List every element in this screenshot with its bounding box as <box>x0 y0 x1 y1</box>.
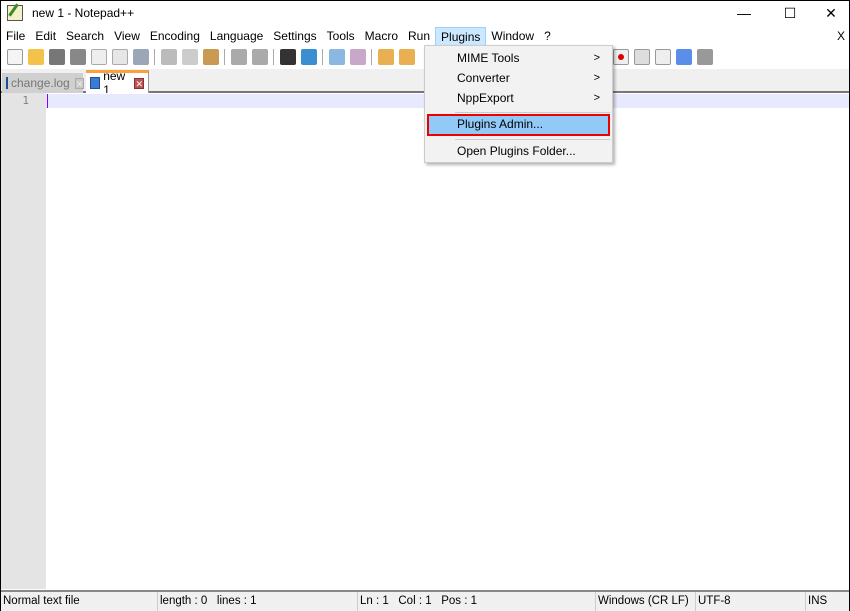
line-number: 1 <box>22 94 29 107</box>
sync-horizontal-icon[interactable] <box>398 49 415 65</box>
find-icon[interactable] <box>279 49 296 65</box>
tab-new-1[interactable]: new 1 ✕ <box>86 69 149 97</box>
menu-file[interactable]: File <box>1 27 30 46</box>
undo-icon[interactable] <box>230 49 247 65</box>
status-pos: Pos : 1 <box>441 595 478 607</box>
menu-encoding[interactable]: Encoding <box>145 27 205 46</box>
close-all-icon[interactable] <box>111 49 128 65</box>
submenu-arrow-icon: > <box>593 92 600 104</box>
replace-icon[interactable] <box>300 49 317 65</box>
plugins-menu-dropdown: MIME Tools > Converter > NppExport > Plugin… <box>424 45 613 163</box>
text-caret <box>47 94 48 108</box>
menu-search[interactable]: Search <box>61 27 109 46</box>
title-bar: new 1 - Notepad++ — ☐ ✕ <box>1 1 849 25</box>
file-saved-icon <box>90 77 101 89</box>
menu-item-label: NppExport <box>457 91 514 105</box>
menu-item-mime-tools[interactable]: MIME Tools > <box>427 48 610 68</box>
menu-item-converter[interactable]: Converter > <box>427 68 610 88</box>
file-saved-icon <box>6 77 8 89</box>
tab-label: change.log <box>11 76 70 90</box>
copy-icon[interactable] <box>181 49 198 65</box>
status-encoding[interactable]: UTF-8 <box>696 592 806 611</box>
tab-close-icon[interactable]: ✕ <box>74 77 85 89</box>
menu-tools[interactable]: Tools <box>322 27 360 46</box>
menu-settings[interactable]: Settings <box>268 27 321 46</box>
menu-item-label: MIME Tools <box>457 51 520 65</box>
toolbar-separator <box>322 49 323 65</box>
cut-icon[interactable] <box>160 49 177 65</box>
menu-view[interactable]: View <box>109 27 145 46</box>
stop-macro-icon[interactable] <box>633 49 650 65</box>
window-title: new 1 - Notepad++ <box>32 6 135 20</box>
close-file-icon[interactable] <box>90 49 107 65</box>
status-file-type: Normal text file <box>1 592 158 611</box>
close-document-button[interactable]: X <box>837 29 845 43</box>
status-col: Col : 1 <box>398 595 432 607</box>
tab-change-log[interactable]: change.log ✕ <box>2 73 85 93</box>
save-icon[interactable] <box>48 49 65 65</box>
paste-icon[interactable] <box>202 49 219 65</box>
menu-language[interactable]: Language <box>205 27 268 46</box>
submenu-arrow-icon: > <box>593 52 600 64</box>
run-macro-multiple-icon[interactable] <box>675 49 692 65</box>
record-macro-icon[interactable] <box>612 49 629 65</box>
print-icon[interactable] <box>132 49 149 65</box>
save-all-icon[interactable] <box>69 49 86 65</box>
close-button[interactable]: ✕ <box>811 1 850 25</box>
minimize-button[interactable]: — <box>724 1 764 25</box>
status-ln: Ln : 1 <box>360 595 389 607</box>
new-file-icon[interactable] <box>6 49 23 65</box>
status-length: length : 0 <box>160 595 208 607</box>
menu-run[interactable]: Run <box>403 27 435 46</box>
menu-macro[interactable]: Macro <box>360 27 403 46</box>
notepad-icon <box>7 5 23 21</box>
tab-close-icon[interactable]: ✕ <box>134 77 144 89</box>
text-editor[interactable] <box>46 93 849 589</box>
toolbar-separator <box>154 49 155 65</box>
line-number-gutter <box>1 93 46 589</box>
save-macro-icon[interactable] <box>696 49 713 65</box>
menu-plugins[interactable]: Plugins <box>435 27 487 46</box>
redo-icon[interactable] <box>251 49 268 65</box>
zoom-in-icon[interactable] <box>328 49 345 65</box>
maximize-button[interactable]: ☐ <box>770 1 810 25</box>
menu-bar: File Edit Search View Encoding Language … <box>1 27 849 46</box>
menu-item-nppexport[interactable]: NppExport > <box>427 88 610 108</box>
menu-window[interactable]: Window <box>486 27 539 46</box>
menu-separator <box>455 112 610 113</box>
status-position: Ln : 1 Col : 1 Pos : 1 <box>358 592 596 611</box>
sync-vertical-icon[interactable] <box>377 49 394 65</box>
menu-item-label: Converter <box>457 71 510 85</box>
zoom-out-icon[interactable] <box>349 49 366 65</box>
open-file-icon[interactable] <box>27 49 44 65</box>
status-bar: Normal text file length : 0 lines : 1 Ln… <box>1 590 849 611</box>
menu-item-open-plugins-folder[interactable]: Open Plugins Folder... <box>427 141 610 161</box>
menu-item-label: Plugins Admin... <box>457 117 544 131</box>
menu-item-label: Open Plugins Folder... <box>457 144 576 158</box>
play-macro-icon[interactable] <box>654 49 671 65</box>
menu-item-plugins-admin[interactable]: Plugins Admin... <box>427 114 610 136</box>
status-length-lines: length : 0 lines : 1 <box>158 592 358 611</box>
menu-edit[interactable]: Edit <box>30 27 61 46</box>
toolbar-separator <box>224 49 225 65</box>
status-eol[interactable]: Windows (CR LF) <box>596 592 696 611</box>
submenu-arrow-icon: > <box>593 72 600 84</box>
menu-separator <box>455 139 610 140</box>
menu-help[interactable]: ? <box>539 27 556 46</box>
toolbar-separator <box>371 49 372 65</box>
status-insert-mode: INS <box>808 595 828 607</box>
toolbar-separator <box>273 49 274 65</box>
status-lines: lines : 1 <box>216 595 257 607</box>
